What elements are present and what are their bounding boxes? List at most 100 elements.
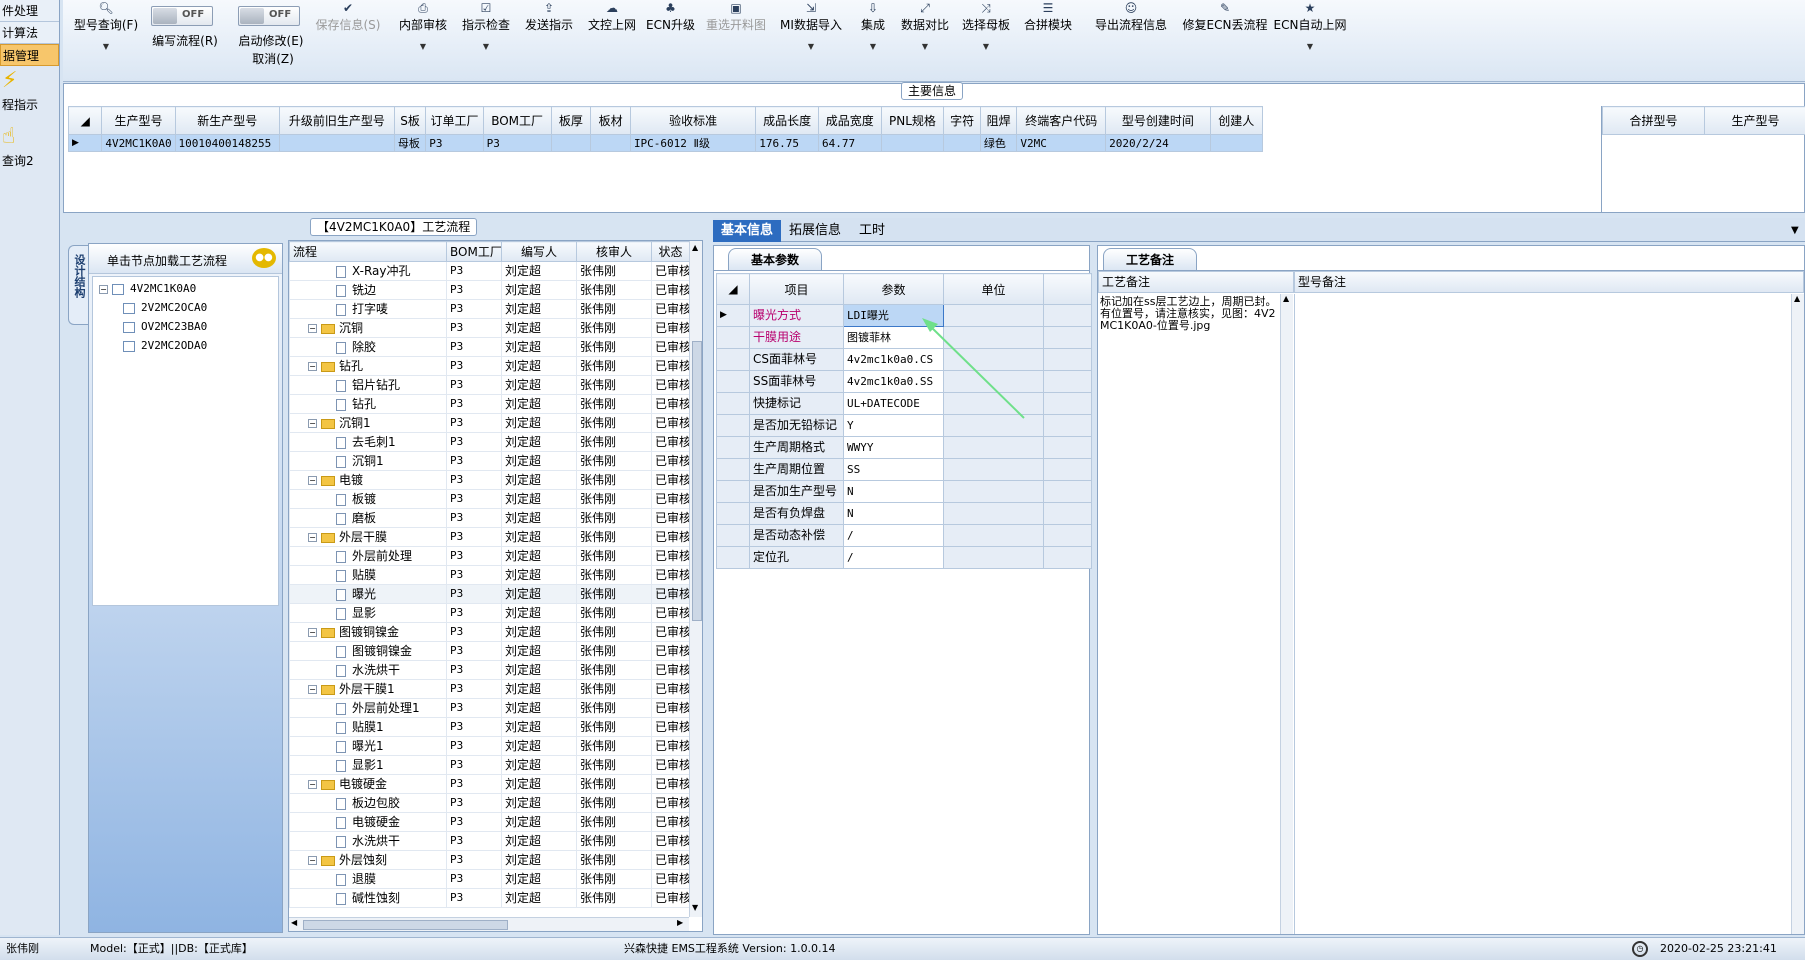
writer-cell[interactable]: 刘定超 — [501, 603, 577, 623]
select-mother-button[interactable]: ⤨ 选择母板 ▼ — [956, 0, 1016, 51]
bom-cell[interactable]: P3 — [446, 508, 502, 528]
tab-basic-info[interactable]: 基本信息 — [713, 220, 782, 242]
basic-param-row[interactable]: 定位孔 / — [716, 546, 1092, 569]
process-row[interactable]: 板镀 P3 刘定超 张伟刚 已审核 — [289, 489, 690, 509]
main-cell[interactable] — [278, 134, 395, 152]
basic-param-row[interactable]: 生产周期位置 SS — [716, 458, 1092, 481]
status-cell[interactable]: 已审核 — [651, 679, 690, 699]
reviewer-cell[interactable]: 张伟刚 — [576, 755, 652, 775]
bom-cell[interactable]: P3 — [446, 413, 502, 433]
nav-item-indicator[interactable]: ⚡ 程指示 — [0, 66, 59, 122]
process-name-cell[interactable]: X-Ray冲孔 — [289, 261, 447, 281]
reselect-image-button[interactable]: ▣ 重选开料图 — [701, 0, 771, 34]
param-value-cell[interactable]: N — [843, 480, 944, 503]
process-row[interactable]: − 图镀铜镍金 P3 刘定超 张伟刚 已审核 — [289, 622, 690, 642]
reviewer-cell[interactable]: 张伟刚 — [576, 318, 652, 338]
reviewer-cell[interactable]: 张伟刚 — [576, 698, 652, 718]
process-note-text[interactable]: 标记加在ss层工艺边上，周期已封。有位置号，请注意核实，见图：4V2MC1K0A… — [1100, 296, 1280, 332]
bom-cell[interactable]: P3 — [446, 356, 502, 376]
process-name-cell[interactable]: 显影 — [289, 603, 447, 623]
main-cell[interactable] — [943, 134, 981, 152]
status-cell[interactable]: 已审核 — [651, 356, 690, 376]
process-name-cell[interactable]: 图镀铜镍金 — [289, 641, 447, 661]
process-row[interactable]: − 沉铜 P3 刘定超 张伟刚 已审核 — [289, 318, 690, 338]
process-name-cell[interactable]: 曝光 — [289, 584, 447, 604]
process-row[interactable]: − 电镀硬金 P3 刘定超 张伟刚 已审核 — [289, 774, 690, 794]
writer-cell[interactable]: 刘定超 — [501, 432, 577, 452]
param-value-cell[interactable]: / — [843, 546, 944, 569]
bom-cell[interactable]: P3 — [446, 280, 502, 300]
export-flow-button[interactable]: ☺ 导出流程信息 — [1081, 0, 1181, 34]
reviewer-cell[interactable]: 张伟刚 — [576, 622, 652, 642]
reviewer-cell[interactable]: 张伟刚 — [576, 508, 652, 528]
main-col-header[interactable]: 订单工厂 — [425, 106, 484, 135]
reviewer-cell[interactable]: 张伟刚 — [576, 736, 652, 756]
process-row[interactable]: 打字唛 P3 刘定超 张伟刚 已审核 — [289, 299, 690, 319]
basic-param-row[interactable]: 是否加生产型号 N — [716, 480, 1092, 503]
nav-item-1[interactable]: 件处理 — [0, 0, 59, 22]
main-cell[interactable]: 4V2MC1K0A0 — [101, 134, 176, 152]
reviewer-cell[interactable]: 张伟刚 — [576, 337, 652, 357]
param-item-cell[interactable]: 生产周期位置 — [749, 458, 844, 481]
status-cell[interactable]: 已审核 — [651, 774, 690, 794]
note-vscroll[interactable]: ▲ — [1280, 294, 1293, 934]
status-cell[interactable]: 已审核 — [651, 793, 690, 813]
reviewer-cell[interactable]: 张伟刚 — [576, 717, 652, 737]
process-name-cell[interactable]: 板镀 — [289, 489, 447, 509]
process-name-cell[interactable]: 打字唛 — [289, 299, 447, 319]
main-cell[interactable]: 64.77 — [817, 134, 882, 152]
process-row[interactable]: − 钻孔 P3 刘定超 张伟刚 已审核 — [289, 356, 690, 376]
process-name-cell[interactable]: 显影1 — [289, 755, 447, 775]
process-name-cell[interactable]: 磨板 — [289, 508, 447, 528]
cancel-button[interactable]: 取消(Z) — [243, 50, 303, 67]
process-name-cell[interactable]: 沉铜1 — [289, 451, 447, 471]
process-row[interactable]: 图镀铜镍金 P3 刘定超 张伟刚 已审核 — [289, 641, 690, 661]
writer-cell[interactable]: 刘定超 — [501, 584, 577, 604]
chevron-down-icon[interactable]: ▼ — [71, 42, 141, 51]
writer-cell[interactable]: 刘定超 — [501, 565, 577, 585]
process-row[interactable]: 曝光 P3 刘定超 张伟刚 已审核 — [289, 584, 690, 604]
bom-cell[interactable]: P3 — [446, 375, 502, 395]
auto-modify-toggle[interactable]: OFF — [238, 6, 300, 26]
bom-cell[interactable]: P3 — [446, 831, 502, 851]
process-name-cell[interactable]: 贴膜1 — [289, 717, 447, 737]
param-item-cell[interactable]: 定位孔 — [749, 546, 844, 569]
bom-cell[interactable]: P3 — [446, 337, 502, 357]
tab-work-hours[interactable]: 工时 — [851, 220, 893, 242]
process-row[interactable]: 显影 P3 刘定超 张伟刚 已审核 — [289, 603, 690, 623]
status-cell[interactable]: 已审核 — [651, 470, 690, 490]
writer-cell[interactable]: 刘定超 — [501, 888, 577, 908]
process-name-cell[interactable]: 铝片钻孔 — [289, 375, 447, 395]
nav-item-query2[interactable]: ☝ 查询2 — [0, 122, 59, 178]
param-unit-cell[interactable] — [943, 546, 1044, 569]
main-col-header[interactable]: 升级前旧生产型号 — [278, 106, 395, 135]
param-item-cell[interactable]: 是否动态补偿 — [749, 524, 844, 547]
process-row[interactable]: 钻孔 P3 刘定超 张伟刚 已审核 — [289, 394, 690, 414]
reviewer-cell[interactable]: 张伟刚 — [576, 888, 652, 908]
tabs-dropdown-icon[interactable]: ▼ — [1783, 220, 1805, 242]
writer-cell[interactable]: 刘定超 — [501, 280, 577, 300]
process-row[interactable]: 除胶 P3 刘定超 张伟刚 已审核 — [289, 337, 690, 357]
main-col-header[interactable]: 新生产型号 — [174, 106, 280, 135]
bom-cell[interactable]: P3 — [446, 299, 502, 319]
process-row[interactable]: X-Ray冲孔 P3 刘定超 张伟刚 已审核 — [289, 261, 690, 281]
process-row[interactable]: 贴膜 P3 刘定超 张伟刚 已审核 — [289, 565, 690, 585]
main-cell[interactable]: P3 — [425, 134, 484, 152]
writer-cell[interactable]: 刘定超 — [501, 793, 577, 813]
tree-node[interactable]: −4V2MC1K0A0 — [99, 282, 196, 295]
writer-cell[interactable]: 刘定超 — [501, 546, 577, 566]
reviewer-cell[interactable]: 张伟刚 — [576, 812, 652, 832]
writer-cell[interactable]: 刘定超 — [501, 831, 577, 851]
reviewer-cell[interactable]: 张伟刚 — [576, 299, 652, 319]
bom-cell[interactable]: P3 — [446, 736, 502, 756]
process-row[interactable]: − 沉铜1 P3 刘定超 张伟刚 已审核 — [289, 413, 690, 433]
reviewer-cell[interactable]: 张伟刚 — [576, 394, 652, 414]
process-name-cell[interactable]: − 沉铜 — [289, 318, 447, 338]
status-cell[interactable]: 已审核 — [651, 451, 690, 471]
main-col-header[interactable]: 字符 — [943, 106, 981, 135]
chevron-down-icon[interactable]: ▼ — [853, 42, 893, 51]
scroll-left-icon[interactable]: ◀ — [291, 918, 297, 927]
fix-ecn-button[interactable]: ✎ 修复ECN丢流程 — [1175, 0, 1275, 34]
main-cell[interactable] — [1209, 134, 1264, 152]
status-cell[interactable]: 已审核 — [651, 413, 690, 433]
